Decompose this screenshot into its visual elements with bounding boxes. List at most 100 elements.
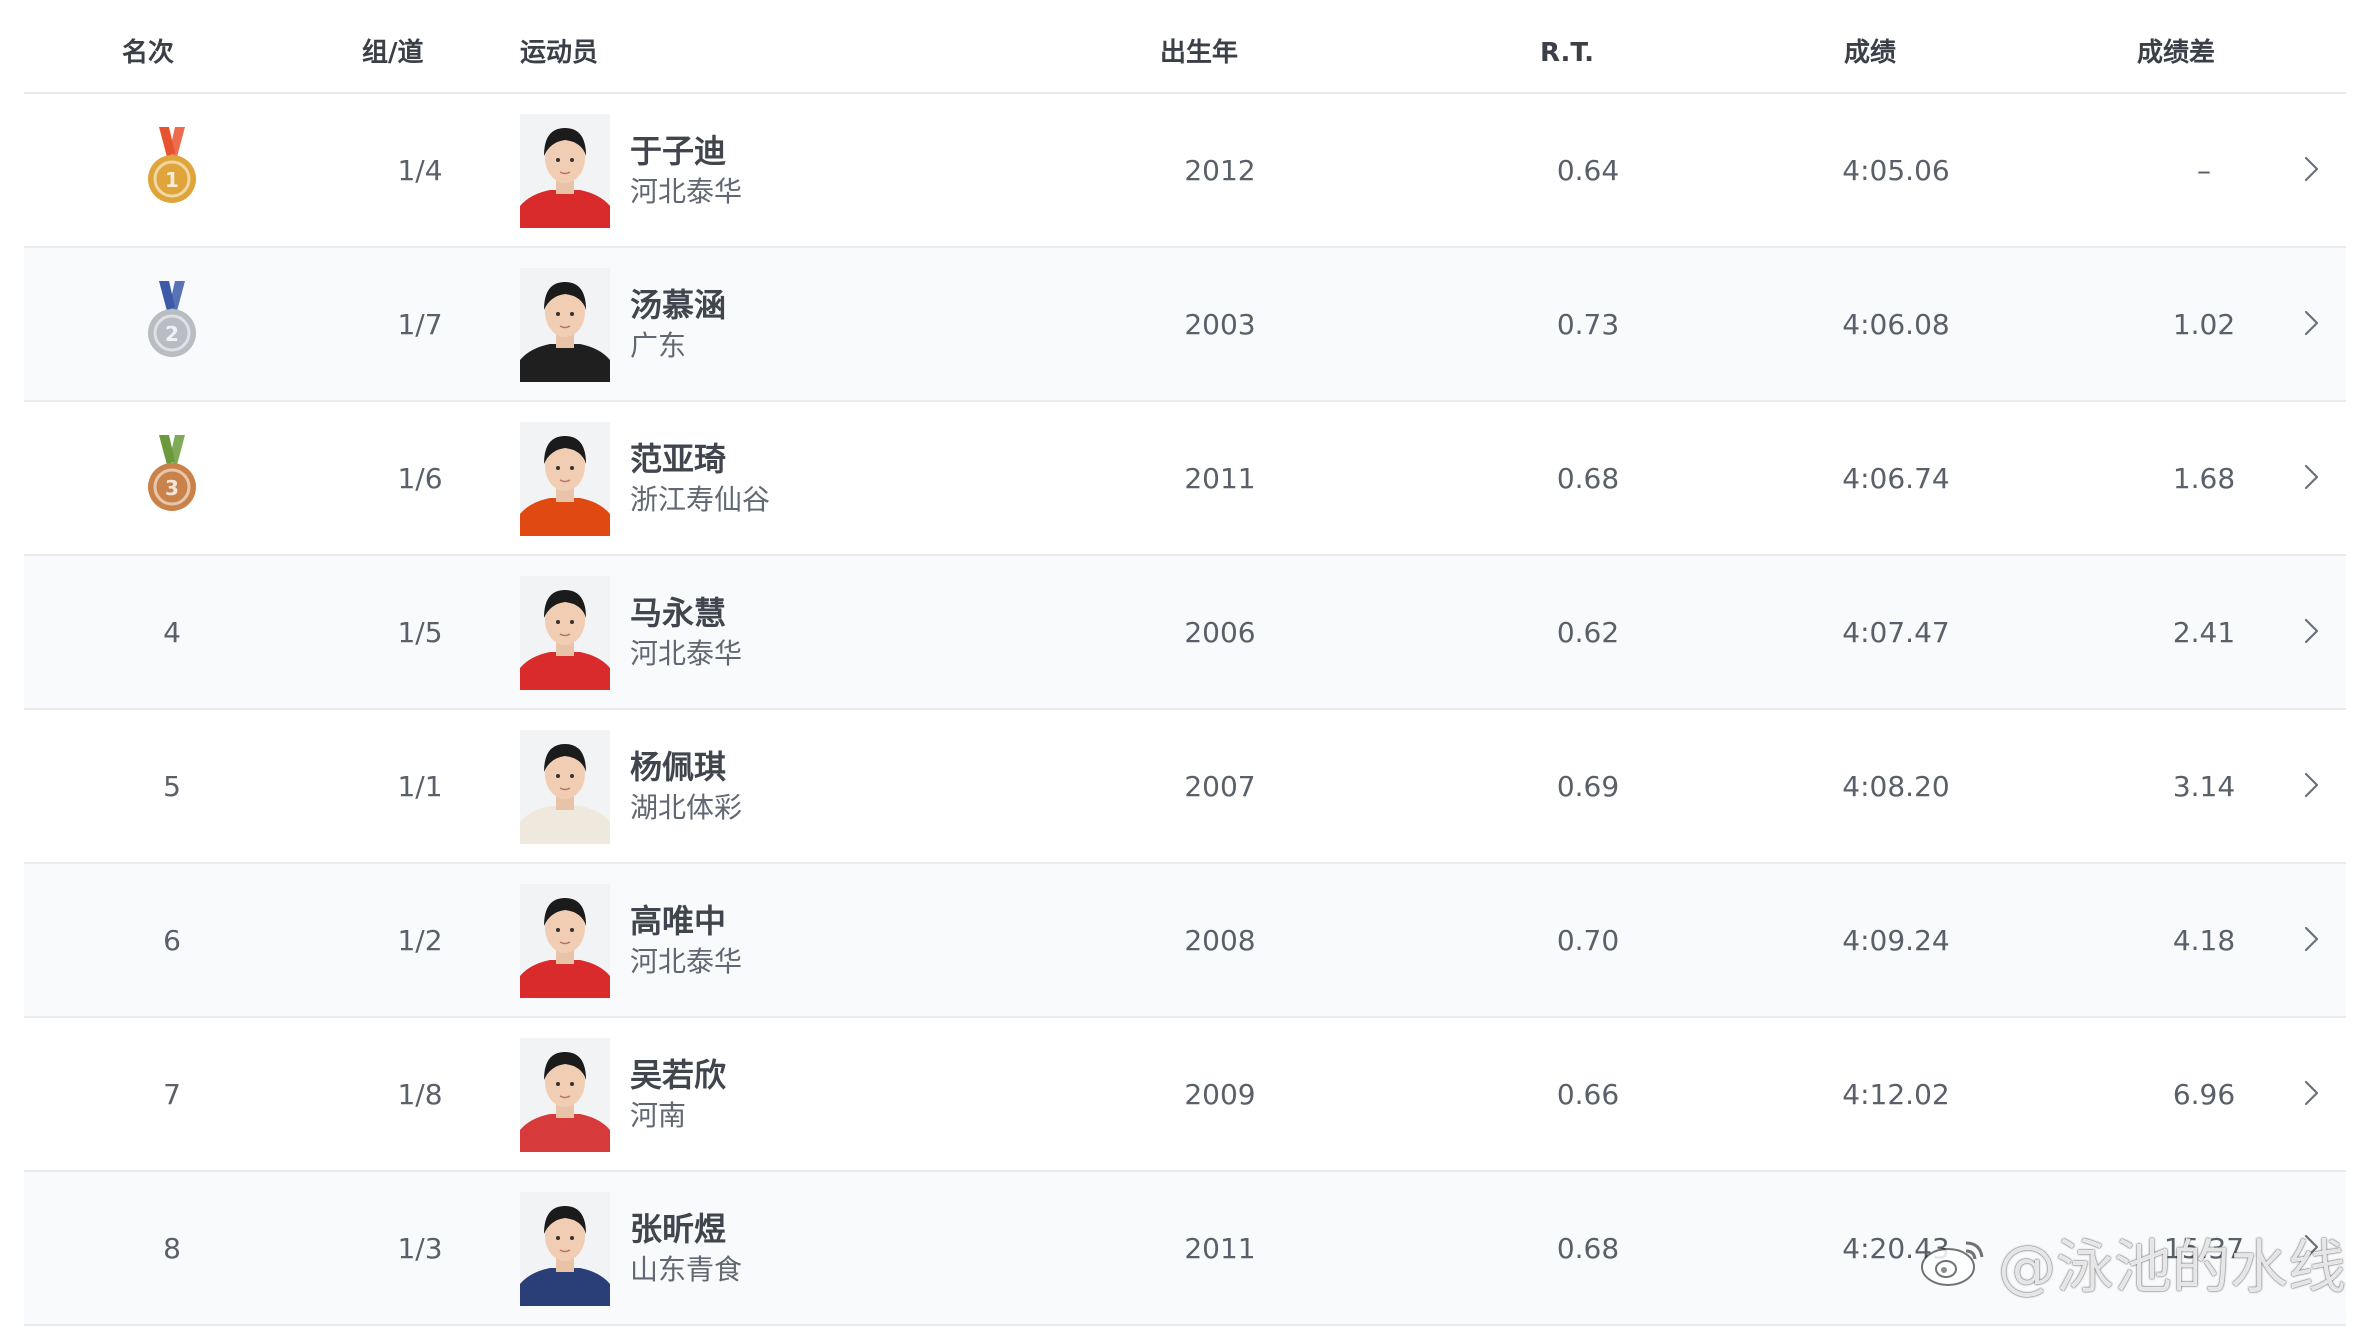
result-cell: 4:07.47 (1796, 556, 1996, 708)
lane-cell: 1/2 (320, 864, 520, 1016)
athlete-team: 河南 (630, 1096, 726, 1136)
athlete-name: 高唯中 (630, 900, 742, 942)
athlete-team: 广东 (630, 326, 726, 366)
athlete-photo (520, 268, 610, 382)
athlete-team: 河北泰华 (630, 942, 742, 982)
athlete-photo (520, 576, 610, 690)
athlete-cell: 范亚琦浙江寿仙谷 (520, 422, 770, 536)
table-row[interactable]: 71/8吴若欣河南20090.664:12.026.96 (24, 1018, 2346, 1172)
lane-cell: 1/7 (320, 248, 520, 400)
athlete-team: 浙江寿仙谷 (630, 480, 770, 520)
diff-cell: 1.68 (2104, 402, 2304, 554)
rank-value: 4 (163, 616, 181, 649)
result-cell: 4:05.06 (1796, 94, 1996, 246)
header-result: 成绩 (1844, 36, 1896, 70)
birth-year-cell: 2003 (1120, 248, 1320, 400)
reaction-time-cell: 0.73 (1488, 248, 1688, 400)
lane-cell: 1/1 (320, 710, 520, 862)
diff-cell: 6.96 (2104, 1018, 2304, 1170)
header-reaction-time: R.T. (1540, 36, 1594, 70)
rank-cell: 8 (72, 1172, 272, 1324)
reaction-time-cell: 0.70 (1488, 864, 1688, 1016)
diff-cell: – (2104, 94, 2304, 246)
lane-cell: 1/4 (320, 94, 520, 246)
rank-cell: 6 (72, 864, 272, 1016)
result-cell: 4:06.08 (1796, 248, 1996, 400)
table-row[interactable]: 5 1/1 杨佩琪湖北体彩 2007 0.69 4:08.20 3.14 (24, 710, 2346, 864)
rank-cell: 2 (72, 248, 272, 400)
athlete-photo (520, 730, 610, 844)
table-row[interactable]: 21/7汤慕涵广东20030.734:06.081.02 (24, 248, 2346, 402)
diff-cell: 3.14 (2104, 710, 2304, 862)
header-athlete: 运动员 (520, 36, 598, 70)
header-rank: 名次 (122, 36, 174, 70)
results-table: 名次 组/道 运动员 出生年 R.T. 成绩 成绩差 11/4于子迪河北泰华20… (24, 0, 2346, 1322)
birth-year-cell: 2012 (1120, 94, 1320, 246)
svg-text:3: 3 (165, 476, 179, 500)
athlete-cell: 汤慕涵广东 (520, 268, 726, 382)
header-lane: 组/道 (362, 36, 424, 70)
rank-value: 8 (163, 1232, 181, 1265)
athlete-cell: 张昕煜山东青食 (520, 1192, 742, 1306)
table-row[interactable]: 11/4于子迪河北泰华20120.644:05.06– (24, 94, 2346, 248)
chevron-right-icon[interactable] (2296, 1078, 2326, 1108)
athlete-name: 范亚琦 (630, 438, 770, 480)
athlete-team: 湖北体彩 (630, 788, 742, 828)
rank-cell: 7 (72, 1018, 272, 1170)
chevron-right-icon[interactable] (2296, 924, 2326, 954)
rank-value: 5 (163, 770, 181, 803)
bronze-medal-icon: 3 (145, 435, 199, 522)
athlete-name: 吴若欣 (630, 1054, 726, 1096)
chevron-right-icon[interactable] (2296, 770, 2326, 800)
reaction-time-cell: 0.62 (1488, 556, 1688, 708)
athlete-photo (520, 1192, 610, 1306)
athlete-photo (520, 422, 610, 536)
header-birth-year: 出生年 (1160, 36, 1238, 70)
rank-cell: 3 (72, 402, 272, 554)
diff-cell: 4.18 (2104, 864, 2304, 1016)
chevron-right-icon[interactable] (2296, 154, 2326, 184)
lane-cell: 1/3 (320, 1172, 520, 1324)
diff-cell: 2.41 (2104, 556, 2304, 708)
table-row[interactable]: 31/6范亚琦浙江寿仙谷20110.684:06.741.68 (24, 402, 2346, 556)
lane-cell: 1/6 (320, 402, 520, 554)
reaction-time-cell: 0.68 (1488, 402, 1688, 554)
athlete-name: 于子迪 (630, 130, 742, 172)
table-row[interactable]: 4 1/5马永慧河北泰华 2006 0.62 4:07.47 2.41 (24, 556, 2346, 710)
rank-cell: 4 (72, 556, 272, 708)
rank-cell: 1 (72, 94, 272, 246)
chevron-right-icon[interactable] (2296, 308, 2326, 338)
result-cell: 4:06.74 (1796, 402, 1996, 554)
weibo-logo-icon (1918, 1235, 1988, 1289)
athlete-name: 张昕煜 (630, 1208, 742, 1250)
athlete-name: 杨佩琪 (630, 746, 742, 788)
rank-value: 7 (163, 1078, 181, 1111)
birth-year-cell: 2006 (1120, 556, 1320, 708)
reaction-time-cell: 0.69 (1488, 710, 1688, 862)
gold-medal-icon: 1 (145, 127, 199, 214)
table-row[interactable]: 61/2高唯中河北泰华20080.704:09.244.18 (24, 864, 2346, 1018)
athlete-team: 河北泰华 (630, 172, 742, 212)
result-cell: 4:09.24 (1796, 864, 1996, 1016)
chevron-right-icon[interactable] (2296, 616, 2326, 646)
birth-year-cell: 2009 (1120, 1018, 1320, 1170)
athlete-photo (520, 114, 610, 228)
lane-cell: 1/8 (320, 1018, 520, 1170)
athlete-team: 河北泰华 (630, 634, 742, 674)
birth-year-cell: 2007 (1120, 710, 1320, 862)
result-cell: 4:08.20 (1796, 710, 1996, 862)
rank-value: 6 (163, 924, 181, 957)
table-header: 名次 组/道 运动员 出生年 R.T. 成绩 成绩差 (24, 0, 2346, 94)
header-diff: 成绩差 (2137, 36, 2215, 70)
silver-medal-icon: 2 (145, 281, 199, 368)
watermark-text: @泳池的水线 (1998, 1220, 2346, 1304)
athlete-cell: 马永慧河北泰华 (520, 576, 742, 690)
lane-cell: 1/5 (320, 556, 520, 708)
table-body: 11/4于子迪河北泰华20120.644:05.06–21/7汤慕涵广东2003… (24, 94, 2346, 1326)
athlete-cell: 于子迪河北泰华 (520, 114, 742, 228)
watermark: @泳池的水线 (1918, 1220, 2346, 1304)
athlete-team: 山东青食 (630, 1250, 742, 1290)
reaction-time-cell: 0.68 (1488, 1172, 1688, 1324)
athlete-cell: 吴若欣河南 (520, 1038, 726, 1152)
chevron-right-icon[interactable] (2296, 462, 2326, 492)
